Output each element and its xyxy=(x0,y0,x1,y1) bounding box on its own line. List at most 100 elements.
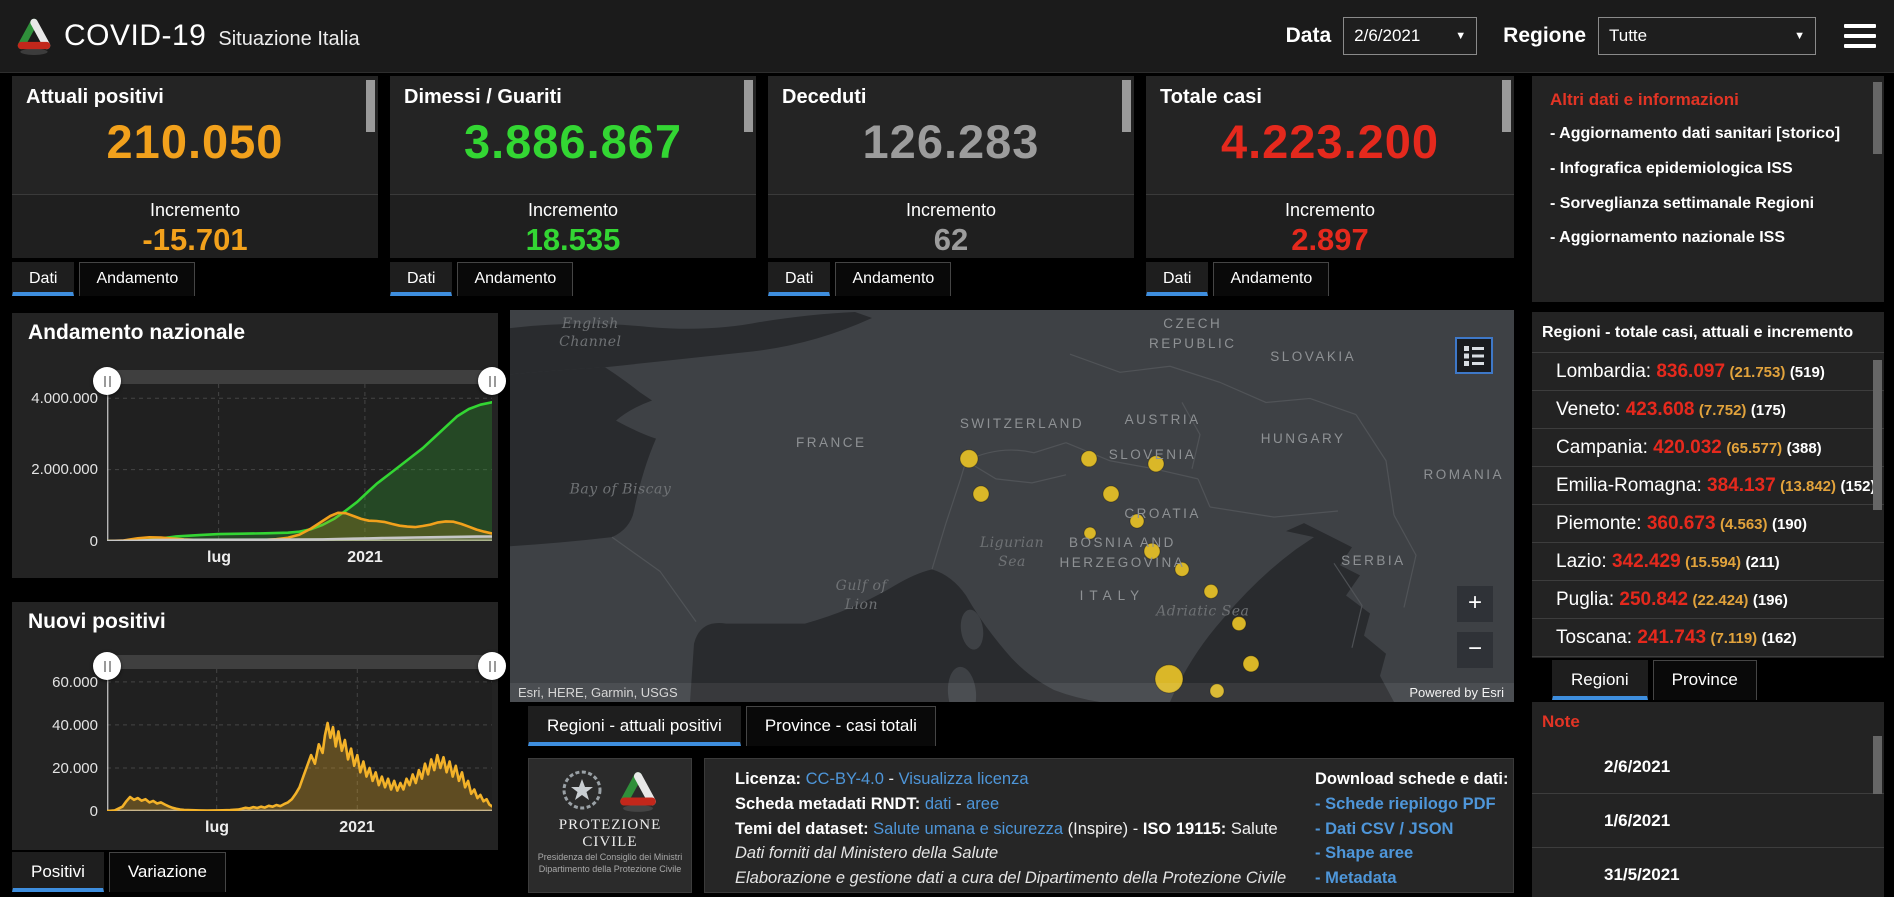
tab-dati[interactable]: Dati xyxy=(12,262,74,296)
map-bubble[interactable] xyxy=(1204,584,1218,598)
increment-value: 62 xyxy=(768,222,1134,258)
note-date-row[interactable]: 1/6/2021 xyxy=(1532,793,1884,847)
altri-dati-link[interactable]: - Aggiornamento nazionale ISS xyxy=(1550,228,1858,249)
salute-umana-link[interactable]: Salute umana e sicurezza xyxy=(873,820,1063,838)
tab-dati[interactable]: Dati xyxy=(1146,262,1208,296)
card-deceduti: Deceduti 126.283 Incremento 62 xyxy=(768,76,1134,258)
europe-map[interactable]: FRANCESWITZERLANDAUSTRIACZECH REPUBLICSL… xyxy=(510,310,1514,702)
scrollbar-thumb[interactable] xyxy=(1873,736,1882,794)
date-select[interactable]: 2/6/2021 ▼ xyxy=(1343,17,1477,55)
temi-label: Temi del dataset: xyxy=(735,820,869,838)
scrollbar-thumb[interactable] xyxy=(366,80,375,132)
y-tick-label: 4.000.000 xyxy=(12,390,98,407)
temi-line: Temi del dataset: Salute umana e sicurez… xyxy=(735,817,1286,842)
region-total: 342.429 xyxy=(1612,551,1681,572)
altri-dati-link[interactable]: - Sorveglianza settimanale Regioni xyxy=(1550,194,1858,215)
y-tick-label: 60.000 xyxy=(12,674,98,691)
map-bubble[interactable] xyxy=(1144,543,1160,559)
increment-label: Incremento xyxy=(12,200,378,221)
tab-andamento[interactable]: Andamento xyxy=(1213,262,1329,296)
logo-line1: Presidenza del Consiglio dei Ministri xyxy=(529,851,691,863)
map-bubble[interactable] xyxy=(1175,562,1189,576)
zoom-in-button[interactable]: + xyxy=(1457,586,1493,622)
andamento-nazionale-chart[interactable] xyxy=(107,384,492,541)
note-date-row[interactable]: 2/6/2021 xyxy=(1532,740,1884,793)
map-bubble[interactable] xyxy=(1148,456,1164,472)
tab-dati[interactable]: Dati xyxy=(390,262,452,296)
altri-dati-link[interactable]: - Infografica epidemiologica ISS xyxy=(1550,159,1858,180)
tab-province-casi-totali[interactable]: Province - casi totali xyxy=(746,706,936,746)
tab-regioni[interactable]: Regioni xyxy=(1552,660,1648,700)
tab-positivi[interactable]: Positivi xyxy=(12,852,104,892)
download-link[interactable]: - Metadata xyxy=(1315,866,1508,891)
zoom-out-button[interactable]: − xyxy=(1457,632,1493,668)
tab-andamento[interactable]: Andamento xyxy=(457,262,573,296)
map-bubble[interactable] xyxy=(1103,486,1119,502)
rndt-aree-link[interactable]: aree xyxy=(966,795,999,813)
increment-label: Incremento xyxy=(768,200,1134,221)
regioni-province-tabs: Regioni Province xyxy=(1552,660,1762,700)
rndt-label: Scheda metadati RNDT: xyxy=(735,795,920,813)
nuovi-positivi-chart[interactable] xyxy=(107,669,492,811)
regione-row[interactable]: Lombardia: 836.097 (21.753) (519) xyxy=(1532,352,1884,391)
slider-handle-left[interactable] xyxy=(93,367,121,395)
download-link[interactable]: - Shape aree xyxy=(1315,841,1508,866)
tab-variazione[interactable]: Variazione xyxy=(109,852,226,892)
map-bubble[interactable] xyxy=(1232,617,1246,631)
scrollbar-thumb[interactable] xyxy=(1122,80,1131,132)
regione-row[interactable]: Emilia-Romagna: 384.137 (13.842) (152) xyxy=(1532,467,1884,505)
map-bubble[interactable] xyxy=(1243,656,1259,672)
covid-dashboard: COVID-19 Situazione Italia Data 2/6/2021… xyxy=(0,0,1894,897)
regione-row[interactable]: Piemonte: 360.673 (4.563) (190) xyxy=(1532,505,1884,543)
page-title: COVID-19 xyxy=(64,19,206,53)
protezione-civile-tricolor-icon xyxy=(615,767,661,813)
regione-row[interactable]: Campania: 420.032 (65.577) (388) xyxy=(1532,429,1884,467)
region-current: (7.119) xyxy=(1710,630,1757,647)
tab-regioni-attuali-positivi[interactable]: Regioni - attuali positivi xyxy=(528,706,741,746)
andamento-nazionale-panel: Andamento nazionale 4.000.000 2.000.000 … xyxy=(12,313,498,578)
protezione-civile-logo-icon xyxy=(12,14,56,56)
map-bubble[interactable] xyxy=(1130,514,1144,528)
scrollbar-thumb[interactable] xyxy=(744,80,753,132)
map-canvas xyxy=(510,310,1514,702)
regione-row[interactable]: Puglia: 250.842 (22.424) (196) xyxy=(1532,581,1884,619)
map-bubble[interactable] xyxy=(1084,527,1096,539)
visualizza-licenza-link[interactable]: Visualizza licenza xyxy=(899,770,1029,788)
increment-label: Incremento xyxy=(390,200,756,221)
tab-andamento[interactable]: Andamento xyxy=(79,262,195,296)
rndt-dati-link[interactable]: dati xyxy=(925,795,952,813)
download-link[interactable]: - Schede riepilogo PDF xyxy=(1315,792,1508,817)
region-increment: (519) xyxy=(1790,364,1825,381)
map-bubble[interactable] xyxy=(973,486,989,502)
regione-row[interactable]: Veneto: 423.608 (7.752) (175) xyxy=(1532,391,1884,429)
tab-dati[interactable]: Dati xyxy=(768,262,830,296)
download-link[interactable]: - Dati CSV / JSON xyxy=(1315,817,1508,842)
date-select-value: 2/6/2021 xyxy=(1354,26,1420,46)
slider-handle-right[interactable] xyxy=(478,652,506,680)
card-tabs-totale: Dati Andamento xyxy=(1146,262,1334,296)
region-total: 836.097 xyxy=(1656,361,1725,382)
tab-province[interactable]: Province xyxy=(1653,660,1757,700)
scrollbar-thumb[interactable] xyxy=(1873,82,1882,154)
cc-by-link[interactable]: CC-BY-4.0 xyxy=(806,770,884,788)
menu-icon[interactable] xyxy=(1844,24,1876,48)
region-select[interactable]: Tutte ▼ xyxy=(1598,17,1816,55)
scrollbar-thumb[interactable] xyxy=(1502,80,1511,132)
regione-row[interactable]: Lazio: 342.429 (15.594) (211) xyxy=(1532,543,1884,581)
x-tick-label: 2021 xyxy=(335,549,395,567)
x-tick-label: lug xyxy=(189,549,249,567)
map-bubble[interactable] xyxy=(1081,451,1097,467)
note-date-row[interactable]: 31/5/2021 xyxy=(1532,847,1884,897)
card-title: Deceduti xyxy=(782,86,866,109)
slider-handle-right[interactable] xyxy=(478,367,506,395)
regione-row[interactable]: Toscana: 241.743 (7.119) (162) xyxy=(1532,619,1884,657)
region-total: 360.673 xyxy=(1647,513,1716,534)
map-bubble[interactable] xyxy=(960,450,978,468)
slider-handle-left[interactable] xyxy=(93,652,121,680)
powered-by-esri: Powered by Esri xyxy=(1409,685,1514,700)
scrollbar-thumb[interactable] xyxy=(1873,360,1882,510)
rndt-line: Scheda metadati RNDT: dati - aree xyxy=(735,792,1286,817)
tab-andamento[interactable]: Andamento xyxy=(835,262,951,296)
altri-dati-link[interactable]: - Aggiornamento dati sanitari [storico] xyxy=(1550,124,1858,145)
legend-button[interactable] xyxy=(1455,337,1493,374)
